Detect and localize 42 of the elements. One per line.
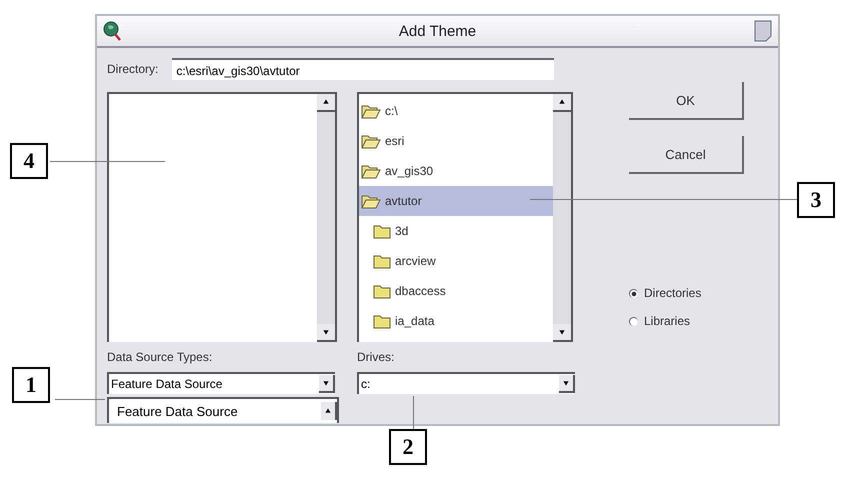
folder-list[interactable]: c:\ esri av_gis30 avtutor 3d arcview dbaccess ia_data [357,92,573,342]
folder-item[interactable]: avtutor [359,186,553,216]
folder-item[interactable]: av_gis30 [359,156,553,186]
radio-option[interactable]: Libraries [629,314,702,328]
folder-icon [373,224,391,238]
directory-label: Directory: [107,62,158,76]
window-title: Add Theme [398,22,478,40]
folder-item[interactable]: 3d [359,216,553,246]
folder-item[interactable]: ia_data [359,306,553,336]
folder-icon [373,284,391,298]
folder-item[interactable]: arcview [359,246,553,276]
folder-item[interactable]: dbaccess [359,276,553,306]
folder-item[interactable]: esri [359,126,553,156]
data-source-type-dropdown[interactable]: Feature Data Source [107,372,335,394]
cancel-button[interactable]: Cancel [629,136,744,174]
open-folder-icon [361,104,381,118]
radio-button[interactable] [629,316,638,326]
data-source-types-label: Data Source Types: [107,350,214,364]
drives-dropdown[interactable]: c: [357,372,575,394]
globe-magnifier-icon [103,21,121,41]
page-icon[interactable] [754,20,772,42]
callout-number: 4 [10,143,48,179]
callout-number: 3 [797,182,835,218]
leader-line [413,396,414,429]
folder-icon [373,314,391,328]
open-folder-icon [361,134,381,148]
folder-item[interactable]: c:\ [359,96,553,126]
directory-field[interactable]: c:\esri\av_gis30\avtutor [172,58,554,80]
radio-button[interactable] [629,288,638,298]
radio-option[interactable]: Directories [629,286,702,300]
theme-list[interactable] [107,92,337,342]
leader-line [55,399,105,400]
scrollbar[interactable] [553,94,573,342]
open-folder-icon [361,194,381,208]
dropdown-option[interactable]: Feature Data Source [117,404,238,418]
open-folder-icon [361,164,381,178]
folder-icon [373,254,391,268]
ok-button[interactable]: OK [629,82,744,120]
drives-label: Drives: [357,350,394,364]
callout-number: 1 [12,367,50,403]
scrollbar[interactable] [317,94,337,342]
callout-number: 2 [389,429,427,465]
